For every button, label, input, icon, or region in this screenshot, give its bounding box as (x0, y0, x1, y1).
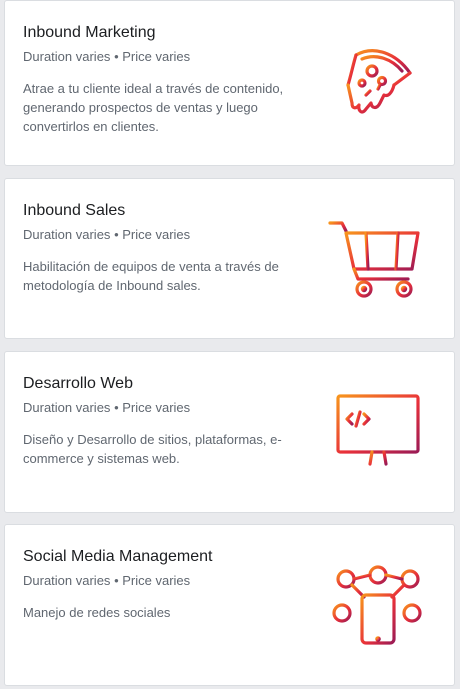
service-meta: Duration varies • Price varies (23, 49, 190, 65)
duration-text: Duration varies (23, 400, 111, 415)
duration-text: Duration varies (23, 49, 111, 64)
price-text: Price varies (122, 400, 191, 415)
service-description: Diseño y Desarrollo de sitios, plataform… (23, 432, 282, 466)
service-title[interactable]: Social Media Management (23, 547, 212, 567)
service-meta: Duration varies • Price varies (23, 227, 190, 243)
service-meta: Duration varies • Price varies (23, 400, 190, 416)
service-title[interactable]: Inbound Marketing (23, 23, 156, 43)
price-text: Price varies (122, 49, 191, 64)
price-text: Price varies (122, 573, 191, 588)
meta-separator: • (114, 400, 119, 415)
service-list: Inbound Marketing Duration varies • Pric… (0, 0, 460, 689)
service-title[interactable]: Desarrollo Web (23, 374, 133, 394)
duration-text: Duration varies (23, 227, 111, 242)
shopping-cart-icon (322, 215, 422, 301)
service-description: Habilitación de equipos de venta a travé… (23, 259, 279, 293)
service-meta: Duration varies • Price varies (23, 573, 190, 589)
meta-separator: • (114, 227, 119, 242)
service-card-inbound-marketing[interactable]: Inbound Marketing Duration varies • Pric… (4, 0, 455, 166)
price-text: Price varies (122, 227, 191, 242)
service-card-inbound-sales[interactable]: Inbound Sales Duration varies • Price va… (4, 178, 455, 339)
service-description: Atrae a tu cliente ideal a través de con… (23, 81, 284, 134)
service-card-social-media[interactable]: Social Media Management Duration varies … (4, 524, 455, 686)
duration-text: Duration varies (23, 573, 111, 588)
pizza-slice-icon (322, 37, 422, 123)
service-card-desarrollo-web[interactable]: Desarrollo Web Duration varies • Price v… (4, 351, 455, 513)
service-description: Manejo de redes sociales (23, 605, 171, 620)
monitor-code-icon (322, 388, 422, 474)
social-network-phone-icon (322, 561, 422, 647)
meta-separator: • (114, 573, 119, 588)
meta-separator: • (114, 49, 119, 64)
service-title[interactable]: Inbound Sales (23, 201, 125, 221)
